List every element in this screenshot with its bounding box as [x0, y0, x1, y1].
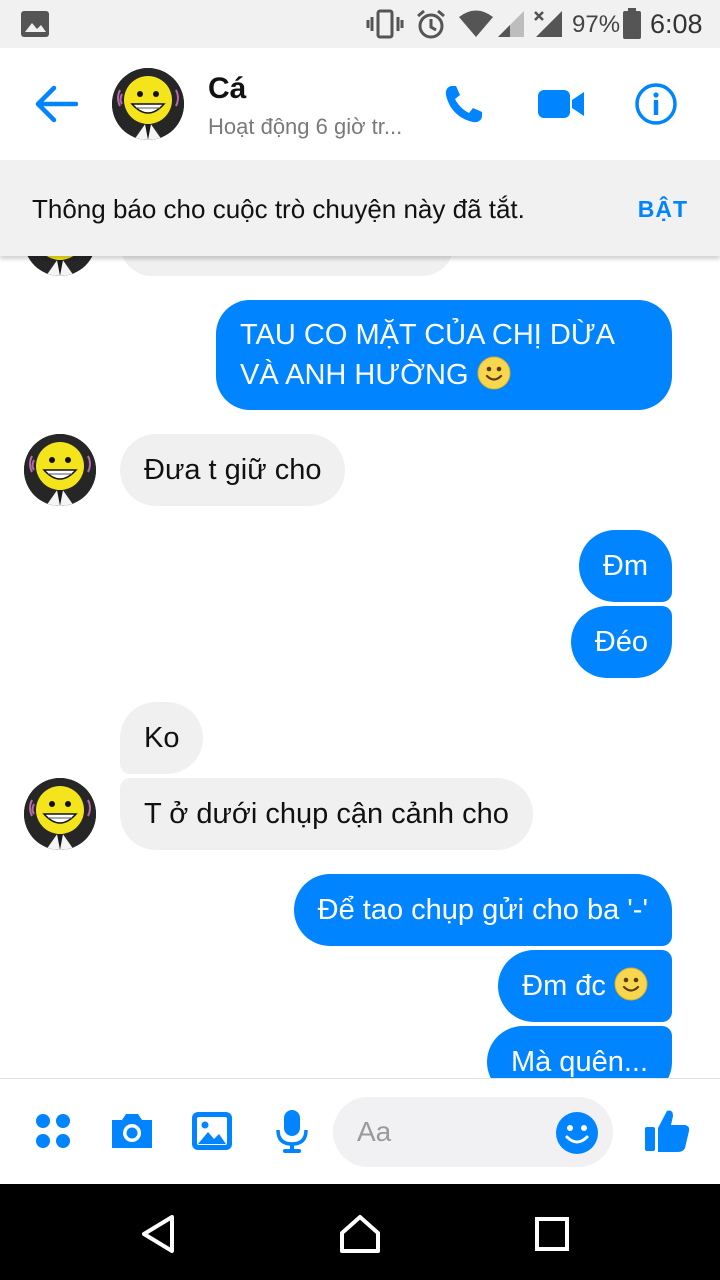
- gallery-notification-icon: [20, 8, 50, 40]
- battery-icon: [622, 8, 642, 40]
- message-list[interactable]: TAU CO MẶT CỦA CHỊ DỪA VÀ ANH HƯỜNG Đưa …: [0, 256, 720, 1078]
- info-icon[interactable]: [628, 76, 684, 132]
- battery-percent: 97%: [572, 11, 621, 38]
- message-bubble-outgoing[interactable]: Đéo: [570, 606, 672, 678]
- video-camera-icon[interactable]: [533, 76, 589, 132]
- message-bubble-outgoing[interactable]: TAU CO MẶT CỦA CHỊ DỪA VÀ ANH HƯỜNG: [216, 300, 672, 410]
- message-bubble-incoming[interactable]: T ở dưới chụp cận cảnh cho: [120, 778, 533, 850]
- message-line: VÀ ANH HƯỜNG: [240, 355, 648, 395]
- microphone-icon[interactable]: [267, 1105, 317, 1157]
- slightly-smiling-face-icon: [477, 356, 511, 390]
- message-composer: Aa: [0, 1078, 720, 1185]
- message-bubble-incoming[interactable]: Ko: [120, 702, 204, 774]
- muted-notice-text: Thông báo cho cuộc trò chuyện này đã tắt…: [32, 194, 525, 224]
- message-input-placeholder: Aa: [357, 1116, 392, 1147]
- message-bubble-outgoing[interactable]: Mà quên...: [486, 1026, 672, 1078]
- slightly-smiling-face-icon: [614, 967, 648, 1001]
- message-line: TAU CO MẶT CỦA CHỊ DỪA: [240, 319, 615, 351]
- conversation-header: Cá Hoạt động 6 giờ tr...: [0, 48, 720, 160]
- turn-on-notifications-button[interactable]: BẬT: [638, 196, 688, 223]
- status-bar: 97% 6:08: [0, 0, 720, 48]
- message-bubble-outgoing[interactable]: Đm: [578, 530, 672, 602]
- message-bubble-incoming[interactable]: Đưa t giữ cho: [120, 434, 346, 506]
- back-triangle-icon[interactable]: [134, 1210, 182, 1258]
- home-icon[interactable]: [336, 1210, 384, 1258]
- message-bubble-outgoing[interactable]: Đm đc: [498, 950, 672, 1022]
- thumbs-up-icon[interactable]: [642, 1105, 692, 1157]
- clock: 6:08: [650, 9, 703, 39]
- system-navigation-bar: [0, 1184, 720, 1280]
- gallery-icon[interactable]: [187, 1105, 237, 1157]
- vibrate-icon: [366, 8, 404, 40]
- active-status: Hoạt động 6 giờ tr...: [208, 114, 403, 139]
- signal-icon: [496, 8, 526, 40]
- camera-icon[interactable]: [107, 1105, 157, 1157]
- phone-icon[interactable]: [436, 76, 492, 132]
- contact-avatar[interactable]: [112, 68, 184, 140]
- wifi-icon: [458, 8, 494, 40]
- contact-name[interactable]: Cá: [208, 72, 246, 106]
- contact-avatar-small: [24, 256, 96, 276]
- more-dots-icon[interactable]: [28, 1105, 78, 1157]
- muted-notice-banner: Thông báo cho cuộc trò chuyện này đã tắt…: [0, 160, 720, 256]
- signal-no-data-icon: [532, 8, 564, 40]
- message-bubble-incoming-partial: [120, 256, 454, 276]
- alarm-icon: [414, 8, 448, 40]
- contact-avatar-small: [24, 434, 96, 506]
- recents-square-icon[interactable]: [528, 1210, 576, 1258]
- back-arrow-icon[interactable]: [27, 76, 83, 132]
- emoji-icon[interactable]: [552, 1107, 602, 1159]
- message-bubble-outgoing[interactable]: Để tao chụp gửi cho ba '-': [293, 874, 672, 946]
- contact-avatar-small: [24, 778, 96, 850]
- message-input[interactable]: Aa: [333, 1097, 613, 1167]
